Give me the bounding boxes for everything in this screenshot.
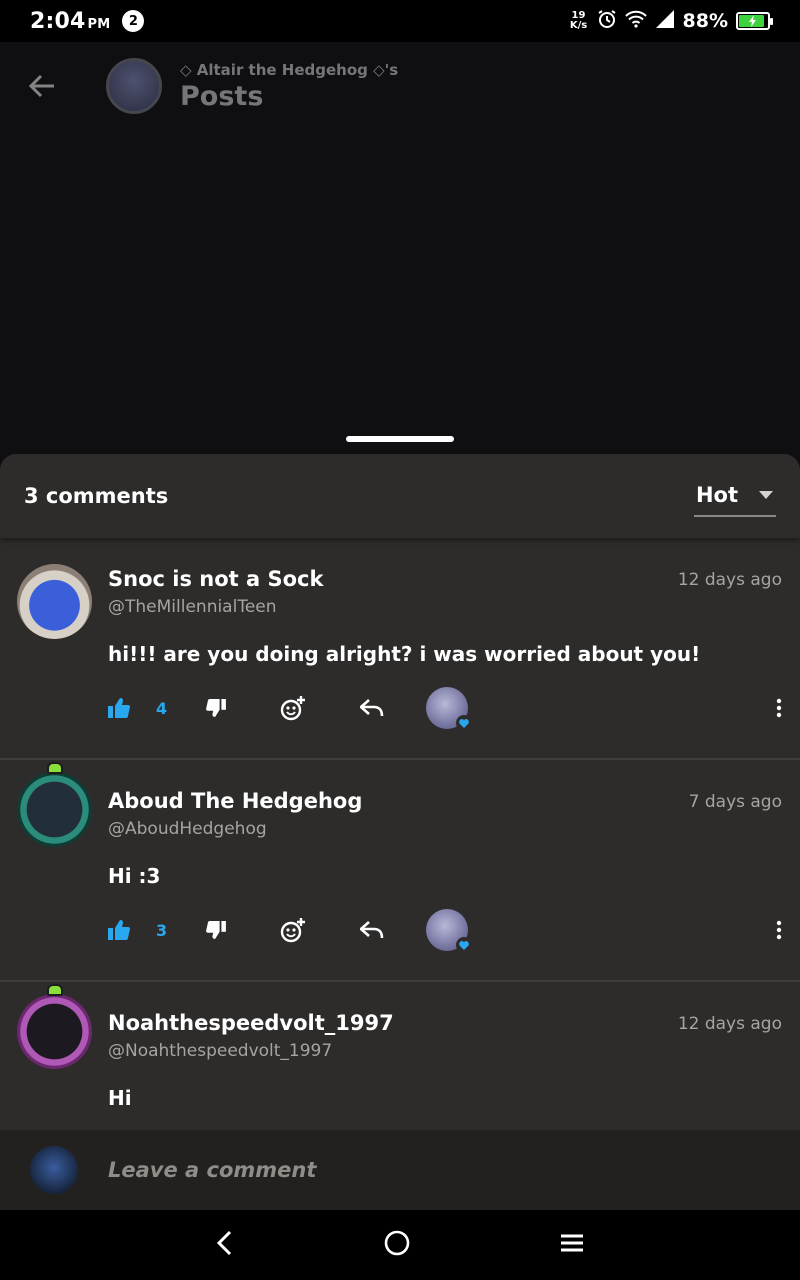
more-vertical-icon: [776, 920, 782, 940]
thumbs-up-icon: [108, 698, 130, 718]
app-header: ◇ Altair the Hedgehog ◇'s Posts: [0, 42, 800, 130]
more-vertical-icon: [776, 698, 782, 718]
like-count: 3: [156, 920, 168, 940]
avatar-frame-decoration: [47, 984, 63, 996]
reply-icon: [360, 921, 384, 939]
thumbs-down-icon: [206, 921, 226, 939]
commenter-name[interactable]: Snoc is not a Sock: [108, 567, 323, 591]
sort-dropdown[interactable]: Hot: [693, 479, 776, 517]
back-button[interactable]: [0, 42, 84, 130]
avatar-frame-decoration: [47, 762, 63, 774]
network-speed: 19 K/s: [569, 10, 588, 31]
comment-time: 7 days ago: [688, 792, 782, 812]
comment-time: 12 days ago: [677, 1014, 782, 1034]
profile-avatar[interactable]: [106, 58, 162, 114]
react-button[interactable]: [280, 695, 306, 721]
comment-input[interactable]: Leave a comment: [108, 1158, 316, 1182]
dislike-button[interactable]: [206, 921, 226, 939]
reacted-user-avatar[interactable]: [426, 909, 472, 953]
chevron-left-icon: [216, 1230, 232, 1256]
caret-down-icon: [759, 491, 773, 499]
comment-input-bar[interactable]: Leave a comment: [0, 1130, 800, 1210]
profile-name: ◇ Altair the Hedgehog ◇'s: [180, 60, 399, 79]
nav-menu-button[interactable]: [560, 1233, 584, 1257]
add-reaction-icon: [280, 696, 305, 721]
nav-home-button[interactable]: [384, 1230, 410, 1260]
system-nav-bar: [0, 1210, 800, 1280]
more-options-button[interactable]: [776, 698, 782, 718]
comment-list: Snoc is not a Sock @TheMillennialTeen 12…: [0, 538, 800, 1204]
commenter-avatar[interactable]: [17, 762, 92, 847]
battery-percent: 88%: [682, 10, 728, 32]
commenter-avatar[interactable]: [17, 564, 92, 639]
reply-button[interactable]: [360, 921, 384, 939]
clock: 2:04 PM: [30, 8, 111, 34]
wifi-icon: [624, 10, 647, 32]
arrow-left-icon: [28, 74, 54, 98]
add-reaction-icon: [280, 918, 305, 943]
menu-icon: [561, 1234, 583, 1252]
cell-signal-icon: [655, 10, 675, 32]
comment-count: 3 comments: [24, 484, 169, 508]
heart-icon: [459, 940, 469, 950]
reply-icon: [360, 699, 384, 717]
like-count: 4: [156, 698, 168, 718]
comments-sheet: 3 comments Hot Snoc is not a Sock @TheMi…: [0, 454, 800, 1210]
battery-icon: [736, 12, 773, 30]
comment-item: Snoc is not a Sock @TheMillennialTeen 12…: [0, 538, 800, 760]
reply-button[interactable]: [360, 699, 384, 717]
like-button[interactable]: [108, 920, 130, 940]
commenter-name[interactable]: Noahthespeedvolt_1997: [108, 1011, 394, 1035]
commenter-handle: @AboudHedgehog: [108, 819, 267, 839]
commenter-handle: @TheMillennialTeen: [108, 597, 277, 617]
alarm-icon: [597, 9, 617, 33]
sheet-drag-handle[interactable]: [346, 436, 454, 442]
current-user-avatar: [30, 1146, 78, 1194]
comment-item: Aboud The Hedgehog @AboudHedgehog 7 days…: [0, 760, 800, 982]
circle-home-icon: [384, 1230, 410, 1256]
heart-icon: [459, 718, 469, 728]
commenter-avatar[interactable]: [17, 984, 92, 1069]
comment-body: Hi: [108, 1086, 132, 1110]
commenter-handle: @Noahthespeedvolt_1997: [108, 1041, 333, 1061]
status-bar: 2:04 PM 2 19 K/s 88%: [0, 0, 800, 42]
commenter-name[interactable]: Aboud The Hedgehog: [108, 789, 362, 813]
comment-actions: 4: [108, 686, 782, 731]
comment-body: Hi :3: [108, 864, 161, 888]
comment-time: 12 days ago: [677, 570, 782, 590]
dislike-button[interactable]: [206, 699, 226, 717]
page-title: Posts: [180, 80, 264, 112]
notification-count-badge: 2: [122, 10, 145, 32]
like-button[interactable]: [108, 698, 130, 718]
reacted-user-avatar[interactable]: [426, 687, 472, 731]
comment-actions: 3: [108, 908, 782, 953]
comments-header: 3 comments Hot: [0, 454, 800, 538]
thumbs-down-icon: [206, 699, 226, 717]
thumbs-up-icon: [108, 920, 130, 940]
sort-label: Hot: [695, 483, 738, 507]
more-options-button[interactable]: [776, 920, 782, 940]
react-button[interactable]: [280, 917, 306, 943]
comment-body: hi!!! are you doing alright? i was worri…: [108, 642, 701, 666]
nav-back-button[interactable]: [216, 1230, 234, 1260]
